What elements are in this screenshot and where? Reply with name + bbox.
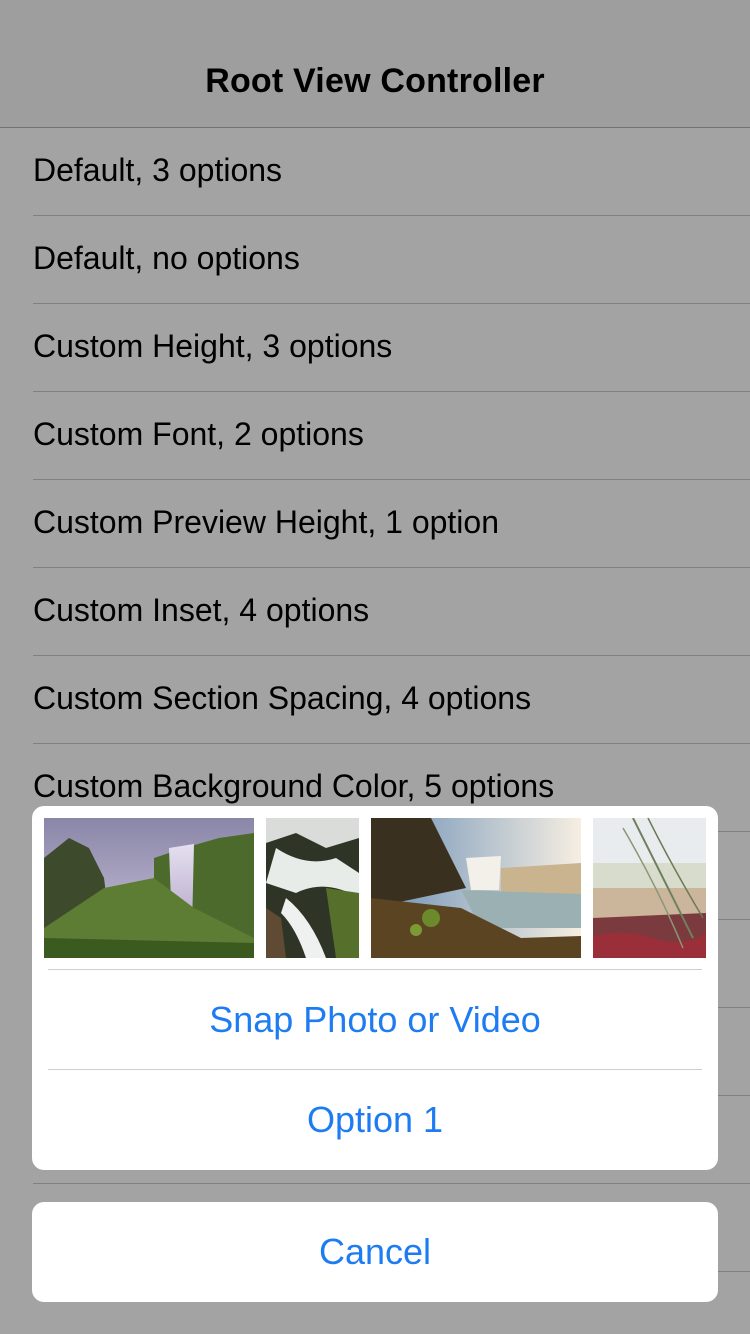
- beach-grass-photo[interactable]: [593, 818, 706, 958]
- waterfall-valley-photo[interactable]: [44, 818, 254, 958]
- option-1-button[interactable]: Option 1: [32, 1070, 718, 1169]
- photo-preview-strip[interactable]: [44, 818, 706, 958]
- snap-photo-button[interactable]: Snap Photo or Video: [32, 970, 718, 1069]
- cancel-button[interactable]: Cancel: [32, 1202, 718, 1302]
- action-sheet: Snap Photo or Video Option 1: [32, 806, 718, 1170]
- waterfall-rocks-photo[interactable]: [266, 818, 359, 958]
- waterfall-coast-photo[interactable]: [371, 818, 581, 958]
